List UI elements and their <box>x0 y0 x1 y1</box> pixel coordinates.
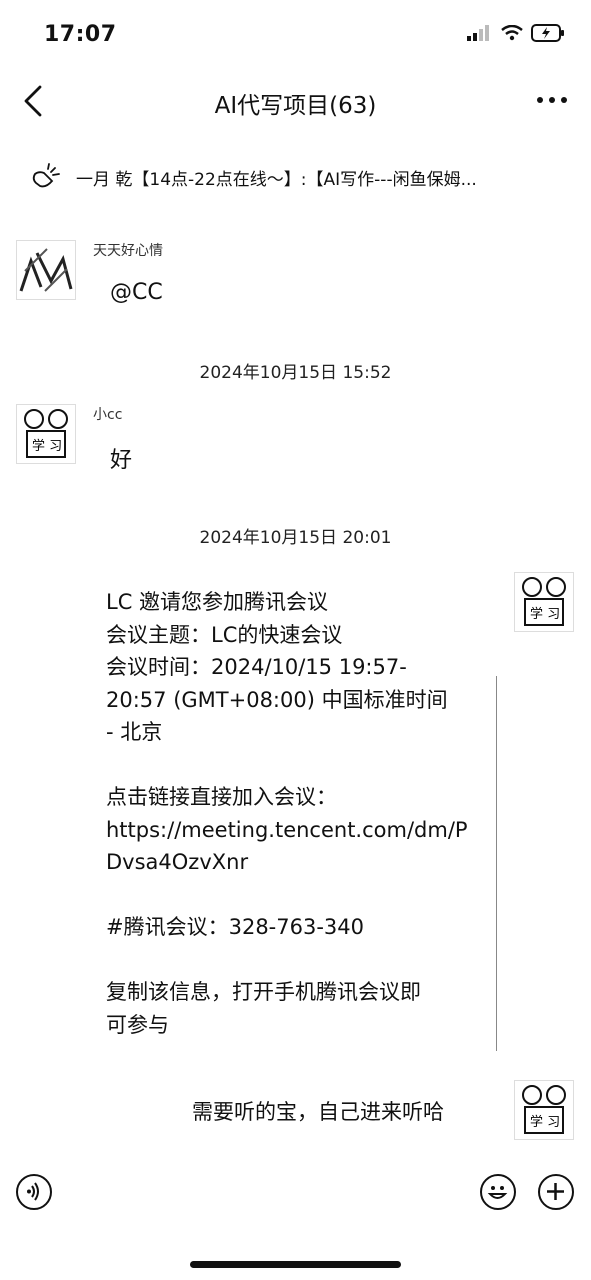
avatar-image-icon: 学 习 <box>24 409 68 458</box>
voice-button[interactable] <box>16 1174 52 1210</box>
avatar[interactable]: 学 习 <box>514 572 574 632</box>
wifi-icon <box>501 25 523 41</box>
avatar[interactable] <box>16 240 76 300</box>
sender-name: 天天好心情 <box>93 243 163 259</box>
meeting-invite-message[interactable]: LC 邀请您参加腾讯会议 会议主题：LC的快速会议 会议时间：2024/10/1… <box>106 586 491 1041</box>
avatar[interactable]: 学 习 <box>514 1080 574 1140</box>
emoji-icon <box>487 1186 508 1199</box>
plus-icon <box>547 1183 564 1200</box>
announcement-icon <box>32 163 60 188</box>
group-announcement[interactable]: 一月 乾【14点-22点在线～】:【AI写作---闲鱼保姆... <box>30 160 560 194</box>
svg-text:学 习: 学 习 <box>530 1114 560 1130</box>
status-icons <box>467 24 565 42</box>
chat-title: AI代写项目(63) <box>214 93 377 119</box>
signal-icon <box>467 25 489 41</box>
more-dots-icon[interactable] <box>535 88 569 112</box>
bubble-border <box>496 676 497 1051</box>
home-indicator[interactable] <box>190 1261 401 1268</box>
announcement-text: 一月 乾【14点-22点在线～】:【AI写作---闲鱼保姆... <box>76 169 477 190</box>
message-timestamp: 2024年10月15日 20:01 <box>199 528 392 548</box>
svg-text:学 习: 学 习 <box>32 438 62 454</box>
sender-name: 小cc <box>93 407 123 423</box>
avatar-image-icon: 学 习 <box>522 577 566 626</box>
message-timestamp: 2024年10月15日 15:52 <box>199 363 392 383</box>
message-text[interactable]: 好 <box>110 442 132 474</box>
avatar-image-icon <box>19 248 73 292</box>
voice-icon <box>27 1182 39 1201</box>
plus-button[interactable] <box>538 1174 574 1210</box>
avatar[interactable]: 学 习 <box>16 404 76 464</box>
avatar-image-icon: 学 习 <box>522 1085 566 1134</box>
message-text[interactable]: 需要听的宝，自己进来听哈 <box>192 1096 444 1126</box>
emoji-button[interactable] <box>480 1174 516 1210</box>
message-text[interactable]: @CC <box>110 280 163 305</box>
battery-icon <box>531 24 564 42</box>
status-time: 17:07 <box>44 22 117 47</box>
svg-text:学 习: 学 习 <box>530 606 560 622</box>
